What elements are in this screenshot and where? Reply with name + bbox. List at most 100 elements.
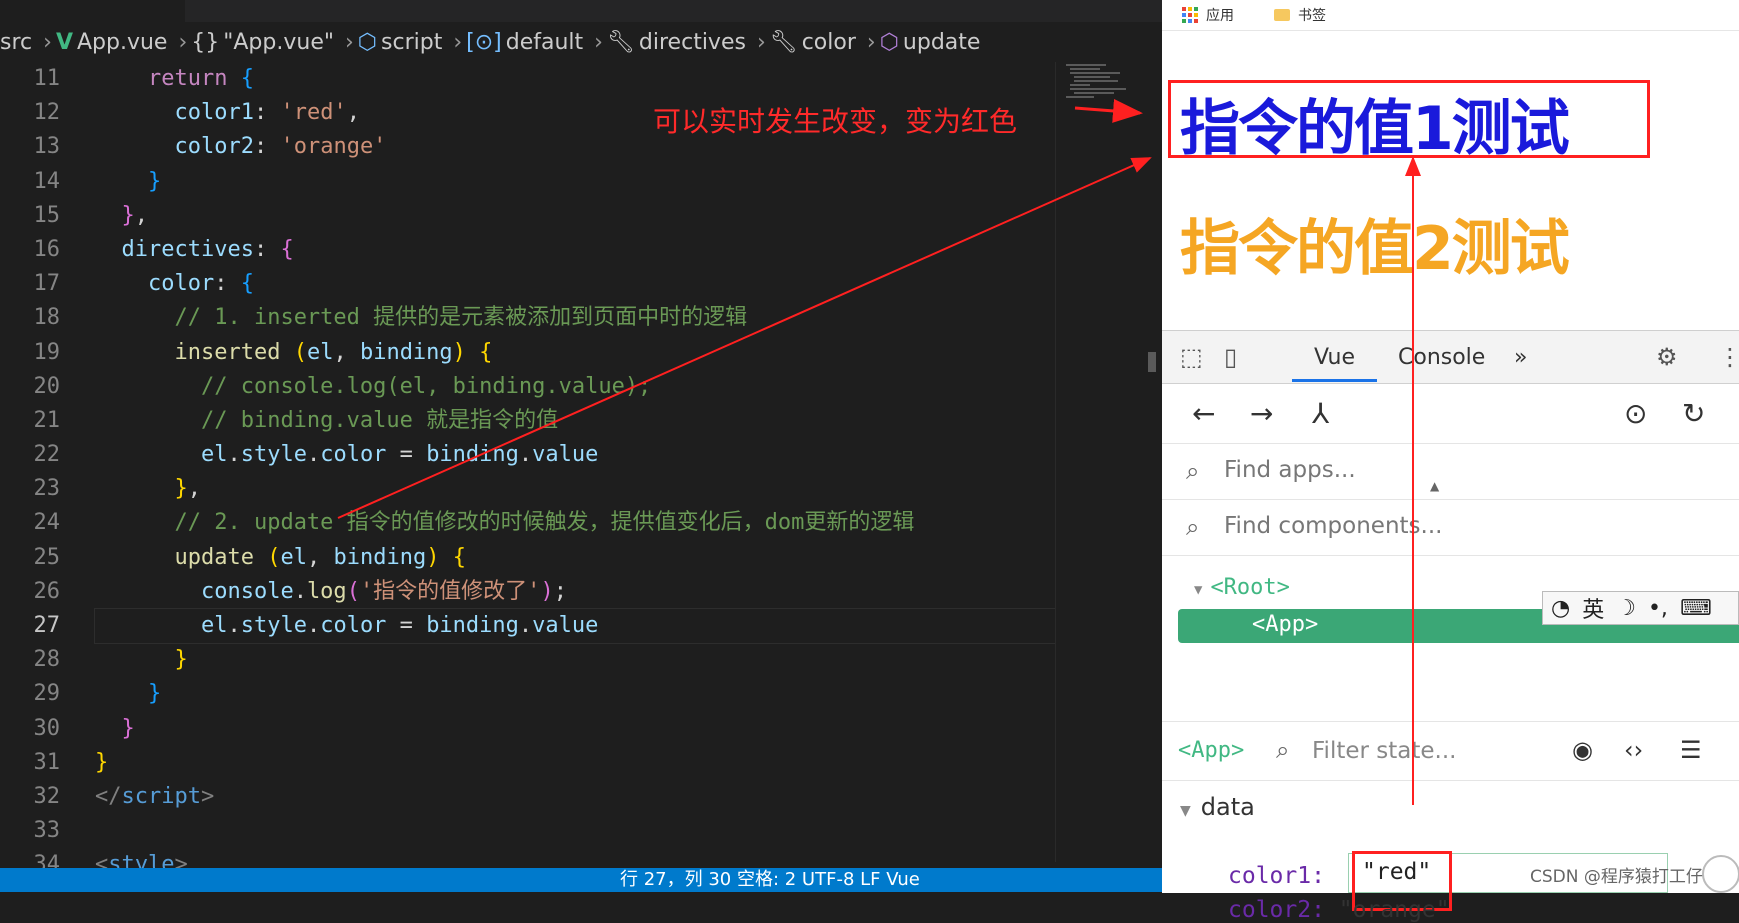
code-area[interactable]: return { color1: 'red', color2: 'orange'… <box>94 62 1056 883</box>
line-number-gutter: 11 12 13 14 15 16 17 18 19 20 21 22 23 2… <box>0 62 61 883</box>
tree-node-label: <App> <box>1252 612 1319 637</box>
breadcrumb-item-file[interactable]: App.vue <box>77 30 167 55</box>
code-line-current: el.style.color = binding.value <box>94 607 1056 645</box>
refresh-icon[interactable]: ↻ <box>1682 397 1705 430</box>
state-color1-row: color1: <box>1228 863 1325 889</box>
code-line: } <box>174 647 188 673</box>
code-line: return { <box>147 66 254 91</box>
eye-icon[interactable]: ◉ <box>1572 736 1593 764</box>
collapse-caret-icon[interactable]: ▲ <box>1430 479 1439 493</box>
data-label[interactable]: ▼ data <box>1180 793 1255 821</box>
chevron-right-icon: › <box>43 29 52 55</box>
code-line: // 1. inserted 提供的是元素被添加到页面中时的逻辑 <box>174 305 748 331</box>
line-number: 29 <box>33 681 61 707</box>
minimap[interactable] <box>1055 62 1141 862</box>
find-components-row[interactable]: ⌕ Find components... <box>1162 499 1739 556</box>
directive-heading-2: 指令的值2测试 <box>1180 214 1570 284</box>
line-number: 12 <box>33 100 61 126</box>
annotation-text: 可以实时发生改变，变为红色 <box>653 105 1018 138</box>
target-icon[interactable]: ⊙ <box>1624 397 1647 430</box>
search-icon: ⌕ <box>1186 513 1200 541</box>
find-apps-input[interactable]: Find apps... <box>1224 457 1356 483</box>
editor-tab-active[interactable] <box>0 0 185 22</box>
tab-console[interactable]: Console <box>1398 345 1485 370</box>
apps-bookmark[interactable]: 应用 <box>1182 5 1234 25</box>
arrow-right-icon[interactable]: → <box>1250 397 1273 430</box>
line-number: 17 <box>33 271 61 297</box>
kebab-menu-icon[interactable]: ⋮ <box>1718 343 1739 371</box>
cancel-edit-button[interactable] <box>1702 855 1739 893</box>
ime-language[interactable]: 英 <box>1582 592 1604 624</box>
code-line: } <box>147 168 162 194</box>
punctuation-icon[interactable]: •, <box>1648 596 1668 621</box>
code-line: directives: { <box>121 236 294 262</box>
tree-node-root[interactable]: ▼ <Root> <box>1194 575 1290 600</box>
watermark: CSDN @程序猿打工仔 <box>1530 867 1703 887</box>
active-tab-indicator <box>1292 379 1377 382</box>
inspect-element-icon[interactable]: ⬚ <box>1180 343 1203 371</box>
wrench-icon: 🔧︎ <box>769 29 798 55</box>
editor-tab-strip <box>0 0 1162 22</box>
breadcrumb-item-update[interactable]: update <box>903 30 981 55</box>
line-number: 20 <box>33 373 61 399</box>
keyboard-icon[interactable]: ⌨ <box>1680 596 1712 621</box>
state-component-title: <App> <box>1178 738 1245 763</box>
code-brackets-icon[interactable]: ‹› <box>1624 736 1643 764</box>
more-tabs-button[interactable]: » <box>1514 345 1527 370</box>
breadcrumb-item-default[interactable]: default <box>506 30 583 55</box>
line-number: 18 <box>33 305 61 331</box>
tab-vue[interactable]: Vue <box>1314 345 1355 370</box>
ime-toolbar[interactable]: ◔ 英 ☽ •, ⌨ <box>1542 591 1739 625</box>
code-line: }, <box>121 202 149 228</box>
gear-icon[interactable]: ⚙ <box>1656 343 1678 371</box>
expand-triangle-icon[interactable]: ▼ <box>1194 582 1202 598</box>
breadcrumb-item-color[interactable]: color <box>802 30 856 55</box>
code-line: } <box>147 681 162 707</box>
devtools-panel: ⬚ ▯ Vue Console » ⚙ ⋮ ← → ⅄ ⊙ ↻ ⌕ Find a… <box>1162 330 1739 923</box>
state-color2-row: color2: "orange" <box>1228 897 1450 923</box>
line-number: 31 <box>33 749 61 775</box>
folder-icon <box>1274 9 1290 21</box>
state-value[interactable]: "orange" <box>1339 897 1450 923</box>
line-number: 22 <box>33 442 61 468</box>
line-number: 30 <box>33 715 61 741</box>
status-text[interactable]: 行 27，列 30 空格: 2 UTF-8 LF Vue <box>620 868 920 892</box>
vertical-scrollbar[interactable] <box>1140 62 1162 862</box>
find-components-input[interactable]: Find components... <box>1224 513 1442 539</box>
code-line: } <box>95 749 109 775</box>
ime-logo-icon[interactable]: ◔ <box>1551 596 1570 621</box>
expand-triangle-icon[interactable]: ▼ <box>1180 803 1191 819</box>
breadcrumb-item-module[interactable]: "App.vue" <box>223 30 334 55</box>
bookmarks-folder[interactable]: 书签 <box>1254 5 1326 25</box>
bookmarks-bar: 应用 书签 <box>1162 0 1739 31</box>
chevron-right-icon: › <box>178 29 188 55</box>
line-number: 24 <box>33 510 61 536</box>
code-line: inserted (el, binding) { <box>174 339 493 365</box>
code-line: update (el, binding) { <box>174 544 466 570</box>
line-number: 25 <box>33 544 61 570</box>
filter-state-input[interactable]: Filter state... <box>1312 738 1456 764</box>
chevron-right-icon: › <box>453 29 463 55</box>
code-line: el.style.color = binding.value <box>200 442 599 468</box>
code-line: // 2. update 指令的值修改的时候触发，提供值变化后，dom更新的逻辑 <box>174 510 915 536</box>
moon-icon[interactable]: ☽ <box>1616 596 1636 621</box>
vue-logo-icon: V <box>55 29 73 55</box>
chevron-right-icon: › <box>866 29 876 55</box>
code-line: // console.log(el, binding.value); <box>200 373 652 399</box>
breadcrumb-item-directives[interactable]: directives <box>639 30 746 55</box>
line-number: 15 <box>33 202 61 228</box>
find-apps-row[interactable]: ⌕ Find apps... ▲ <box>1162 443 1739 500</box>
method-cube-icon: ⬡ <box>879 29 899 55</box>
arrow-left-icon[interactable]: ← <box>1192 397 1215 430</box>
collapse-list-icon[interactable]: ☰ <box>1680 736 1702 764</box>
breadcrumb-item-src[interactable]: src <box>0 30 32 55</box>
apps-grid-icon <box>1182 7 1198 23</box>
component-tree-icon[interactable]: ⅄ <box>1312 397 1329 430</box>
breadcrumb-item-script[interactable]: script <box>381 30 442 55</box>
device-toggle-icon[interactable]: ▯ <box>1224 343 1237 371</box>
scrollbar-thumb[interactable] <box>1148 352 1156 372</box>
search-icon: ⌕ <box>1276 736 1290 764</box>
code-line: console.log('指令的值修改了'); <box>200 578 567 604</box>
apps-bookmark-label: 应用 <box>1206 8 1234 24</box>
